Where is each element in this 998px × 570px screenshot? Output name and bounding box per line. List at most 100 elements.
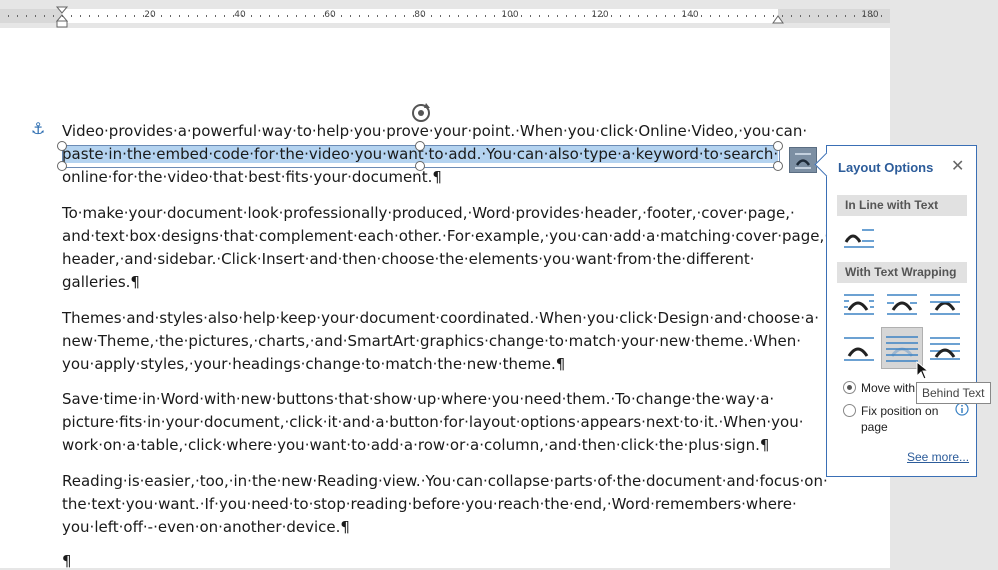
ruler-tick: [764, 15, 765, 17]
ruler-tick: [17, 15, 18, 17]
resize-handle[interactable]: [57, 141, 67, 151]
tight-wrap-option[interactable]: [884, 288, 920, 320]
ruler-tick: [368, 15, 369, 17]
resize-handle[interactable]: [773, 161, 783, 171]
horizontal-ruler[interactable]: 20 40 60 80 100 120 140 180: [0, 0, 998, 28]
ruler-tick: [809, 15, 810, 17]
resize-handle[interactable]: [415, 161, 425, 171]
ruler-tick: [188, 15, 189, 17]
ruler-tick: [854, 15, 855, 17]
top-and-bottom-option[interactable]: [841, 332, 877, 364]
ruler-tick: [566, 15, 567, 17]
paragraph[interactable]: To·make·your·document·look·professionall…: [62, 202, 829, 294]
ruler-tick: [755, 15, 756, 17]
ruler-tick: [845, 15, 846, 17]
see-more-link[interactable]: See more...: [907, 450, 969, 464]
section-header-inline: In Line with Text: [837, 195, 967, 216]
ruler-tick: [611, 15, 612, 17]
text-line: online·for·the·video·that·best·fits·your…: [62, 168, 442, 186]
ruler-tick: [863, 15, 864, 17]
ruler-tick: [71, 15, 72, 17]
ruler-tick: [881, 15, 882, 17]
ruler-tick: [800, 15, 801, 17]
layout-options-button[interactable]: [789, 147, 817, 173]
ruler-tick: [98, 15, 99, 17]
square-wrap-option[interactable]: [841, 288, 877, 320]
text-line: Video·provides·a·powerful·way·to·help·yo…: [62, 122, 808, 140]
ruler-tick: [62, 15, 63, 17]
text-line: To·make·your·document·look·professionall…: [62, 204, 795, 222]
text-line: work·on·a·table,·click·where·you·want·to…: [62, 436, 770, 454]
empty-paragraph-mark[interactable]: ¶: [62, 552, 72, 570]
info-icon[interactable]: [955, 402, 969, 416]
ruler-tick: [53, 15, 54, 17]
paragraph[interactable]: Reading·is·easier,·too,·in·the·new·Readi…: [62, 470, 828, 539]
ruler-tick: [386, 15, 387, 17]
ruler-tick: [584, 15, 585, 17]
mouse-cursor-icon: [916, 361, 930, 380]
indent-marker-icon[interactable]: [56, 6, 68, 28]
ruler-tick: [8, 15, 9, 17]
ruler-tick: [458, 15, 459, 17]
ruler-tick: [467, 15, 468, 17]
ruler-tick: [818, 15, 819, 17]
ruler-tick: [143, 15, 144, 17]
ruler-label: 80: [414, 10, 426, 20]
text-line: Save·time·in·Word·with·new·buttons·that·…: [62, 390, 775, 408]
ruler-tick: [476, 15, 477, 17]
ruler-tick: [116, 15, 117, 17]
rotate-handle-icon[interactable]: [408, 100, 434, 126]
ruler-tick: [179, 15, 180, 17]
ruler-tick: [683, 15, 684, 17]
ruler-tick: [548, 15, 549, 17]
text-line: you·apply·styles,·your·headings·change·t…: [62, 355, 566, 373]
text-line: Reading·is·easier,·too,·in·the·new·Readi…: [62, 472, 828, 490]
close-icon[interactable]: ✕: [951, 156, 964, 176]
text-line: new·Theme,·the·pictures,·charts,·and·Sma…: [62, 332, 801, 350]
ruler-tick: [44, 15, 45, 17]
ruler-tick: [737, 15, 738, 17]
paragraph[interactable]: Themes·and·styles·also·help·keep·your·do…: [62, 307, 819, 376]
fix-position-radio[interactable]: [843, 404, 856, 417]
square-wrap-icon: [844, 294, 874, 315]
in-line-with-text-option[interactable]: [841, 222, 877, 254]
ruler-tick: [422, 15, 423, 17]
ruler-label: 60: [324, 10, 336, 20]
ruler-tick: [224, 15, 225, 17]
text-line: and·text·box·designs·that·complement·eac…: [62, 227, 830, 245]
ruler-tick: [836, 15, 837, 17]
ruler-tick: [152, 15, 153, 17]
ruler-tick: [746, 15, 747, 17]
ruler-tick: [782, 15, 783, 17]
move-with-text-radio[interactable]: [843, 381, 856, 394]
panel-title: Layout Options: [838, 160, 934, 175]
resize-handle[interactable]: [57, 161, 67, 171]
through-wrap-option[interactable]: [927, 288, 963, 320]
ruler-tick: [710, 15, 711, 17]
ruler-tick: [440, 15, 441, 17]
through-wrap-icon: [930, 294, 960, 315]
ruler-tick: [377, 15, 378, 17]
text-line: picture·fits·in·your·document,·click·it·…: [62, 413, 804, 431]
ruler-tick: [647, 15, 648, 17]
resize-handle[interactable]: [773, 141, 783, 151]
ruler-tick: [656, 15, 657, 17]
ruler-tick: [512, 15, 513, 17]
ruler-tick: [449, 15, 450, 17]
ruler-label: 20: [144, 10, 156, 20]
ruler-tick: [305, 15, 306, 17]
anchor-icon: ⚓: [31, 119, 46, 138]
ruler-tick: [602, 15, 603, 17]
ruler-tick: [557, 15, 558, 17]
in-front-of-text-option[interactable]: [927, 332, 963, 364]
text-line: galleries.¶: [62, 273, 140, 291]
ruler-tick: [692, 15, 693, 17]
ruler-tick: [161, 15, 162, 17]
top-and-bottom-icon: [844, 337, 874, 361]
resize-handle[interactable]: [415, 141, 425, 151]
ruler-tick: [539, 15, 540, 17]
paragraph[interactable]: Save·time·in·Word·with·new·buttons·that·…: [62, 388, 803, 457]
ruler-tick: [701, 15, 702, 17]
ruler-tick: [728, 15, 729, 17]
ruler-tick: [665, 15, 666, 17]
